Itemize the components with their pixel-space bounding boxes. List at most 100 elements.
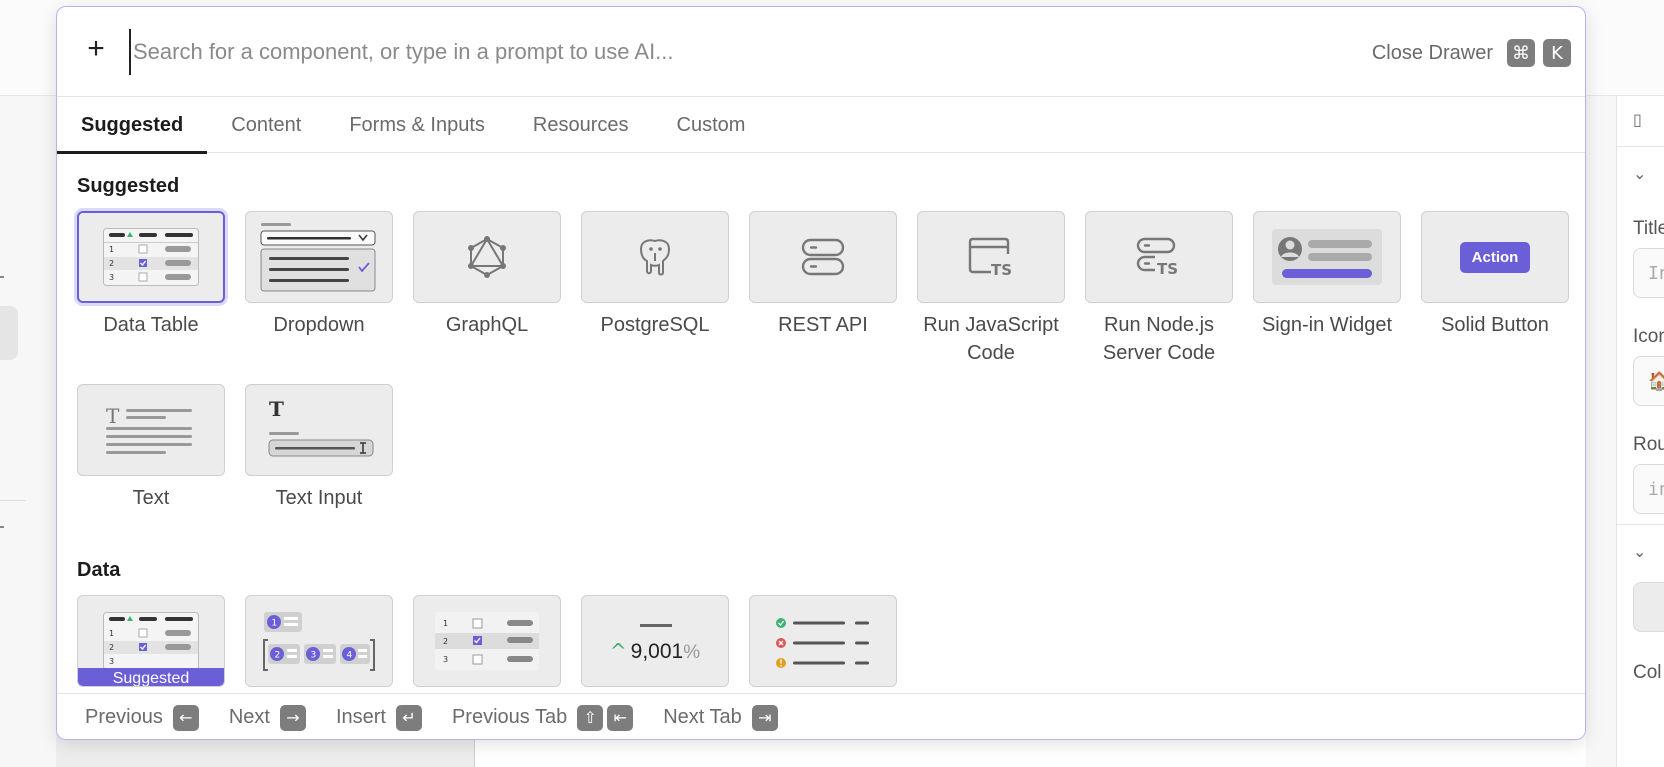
steps-icon: 1 2 3 4: [245, 595, 393, 687]
javascript-ts-icon: TS: [917, 211, 1065, 303]
route-label: Rou: [1633, 434, 1664, 455]
component-data-table[interactable]: 1 2 3 Data Table: [77, 211, 225, 339]
statistic-icon: ^ 9,001 %: [581, 595, 729, 687]
chevron-down-icon[interactable]: ⌄: [1633, 164, 1646, 184]
svg-text:1: 1: [443, 619, 448, 628]
search-bar: + Close Drawer ⌘ K: [57, 7, 1585, 97]
svg-text:TS: TS: [1157, 260, 1178, 278]
svg-text:2: 2: [109, 643, 114, 652]
data-component-checklist[interactable]: 1 2 3: [413, 595, 561, 687]
component-run-nodejs-server-code[interactable]: TS Run Node.js Server Code: [1085, 211, 1233, 367]
svg-text:T: T: [106, 405, 120, 428]
backtab-key-icon: ⇤: [607, 704, 634, 731]
statistic-unit: %: [683, 641, 701, 663]
component-label: Run Node.js Server Code: [1102, 314, 1216, 364]
component-search-input[interactable]: [129, 29, 1129, 75]
panel-divider: [1617, 524, 1664, 525]
svg-text:3: 3: [109, 273, 114, 282]
title-field[interactable]: In: [1633, 248, 1664, 298]
hint-next[interactable]: Next →: [229, 704, 310, 731]
panel-button[interactable]: [1633, 582, 1664, 632]
data-component-statistic[interactable]: ^ 9,001 %: [581, 595, 729, 687]
sidebar-divider: [0, 500, 26, 501]
hint-insert[interactable]: Insert ↵: [335, 704, 426, 731]
page-icon[interactable]: ▯: [1633, 110, 1642, 130]
rest-api-icon: [749, 211, 897, 303]
component-dropdown[interactable]: Dropdown: [245, 211, 393, 339]
checklist-table-icon: 1 2 3: [413, 595, 561, 687]
status-list-icon: [749, 595, 897, 687]
component-label: Data Table: [103, 314, 199, 336]
component-list: Suggested 1 2 3 Data Table Dropdown Grap…: [57, 153, 1585, 693]
hint-label: Previous: [85, 706, 163, 728]
svg-text:2: 2: [443, 637, 448, 646]
component-label: Solid Button: [1441, 314, 1549, 336]
enter-key-icon: ↵: [395, 704, 422, 731]
graphql-icon: [413, 211, 561, 303]
text-input-icon: T: [245, 384, 393, 476]
data-component-table[interactable]: 1 2 3 Suggested: [77, 595, 225, 687]
action-button-preview: Action: [1459, 241, 1531, 273]
plus-icon[interactable]: +: [81, 34, 111, 65]
icon-field[interactable]: 🏠: [1633, 356, 1664, 406]
svg-text:3: 3: [443, 655, 448, 664]
section-title-suggested: Suggested: [77, 175, 180, 197]
svg-text:T: T: [269, 397, 284, 421]
svg-text:2: 2: [109, 259, 114, 268]
component-label: Text Input: [275, 487, 363, 509]
component-label: Dropdown: [273, 314, 365, 336]
component-postgresql[interactable]: PostgreSQL: [581, 211, 729, 339]
component-label: Sign-in Widget: [1261, 314, 1393, 336]
tab-resources[interactable]: Resources: [509, 97, 653, 153]
hint-previous-tab[interactable]: Previous Tab ⇧ ⇤: [451, 704, 637, 731]
component-rest-api[interactable]: REST API: [749, 211, 897, 339]
component-graphql[interactable]: GraphQL: [413, 211, 561, 339]
close-drawer-button[interactable]: Close Drawer ⌘ K: [1372, 39, 1571, 67]
component-solid-button[interactable]: Action Solid Button: [1421, 211, 1569, 339]
svg-text:TS: TS: [991, 261, 1012, 278]
component-drawer: + Close Drawer ⌘ K Suggested Content For…: [56, 6, 1586, 740]
sidebar-selected-item[interactable]: [0, 306, 18, 360]
sidebar-marker: [0, 526, 4, 528]
arrow-right-key-icon: →: [279, 704, 306, 731]
data-table-icon: 1 2 3 Suggested: [77, 595, 225, 687]
component-label: Text: [132, 487, 170, 509]
trend-up-icon: ^: [609, 638, 627, 663]
nodejs-ts-icon: TS: [1085, 211, 1233, 303]
panel-divider: [1617, 146, 1664, 147]
statistic-label-line: [640, 624, 672, 627]
data-component-steps[interactable]: 1 2 3 4: [245, 595, 393, 687]
data-component-status-list[interactable]: [749, 595, 897, 687]
tab-forms-inputs[interactable]: Forms & Inputs: [325, 97, 509, 153]
hint-next-tab[interactable]: Next Tab ⇥: [663, 704, 782, 731]
dropdown-icon: [245, 211, 393, 303]
app-left-sidebar: [0, 96, 56, 767]
color-label: Col: [1633, 662, 1662, 683]
suggested-badge: Suggested: [78, 668, 224, 686]
category-tabs: Suggested Content Forms & Inputs Resourc…: [57, 97, 1585, 154]
hint-previous[interactable]: Previous ←: [85, 704, 203, 731]
tab-custom[interactable]: Custom: [653, 97, 770, 153]
svg-text:1: 1: [109, 629, 114, 638]
route-field[interactable]: in: [1633, 464, 1664, 514]
signin-widget-icon: [1253, 211, 1401, 303]
component-text-input[interactable]: T Text Input: [245, 384, 393, 512]
component-text[interactable]: T Text: [77, 384, 225, 512]
tab-content[interactable]: Content: [207, 97, 325, 153]
statistic-value: 9,001: [630, 639, 684, 663]
command-key-icon: ⌘: [1507, 39, 1535, 67]
svg-text:3: 3: [109, 657, 114, 666]
sidebar-marker: [0, 276, 4, 278]
hint-label: Insert: [335, 706, 386, 728]
shift-key-icon: ⇧: [577, 704, 604, 731]
tab-suggested[interactable]: Suggested: [57, 97, 208, 154]
hint-label: Previous Tab: [451, 706, 568, 728]
component-label: PostgreSQL: [600, 314, 710, 336]
solid-button-icon: Action: [1421, 211, 1569, 303]
data-table-icon: 1 2 3: [77, 211, 225, 303]
component-sign-in-widget[interactable]: Sign-in Widget: [1253, 211, 1401, 339]
component-run-javascript-code[interactable]: TS Run JavaScript Code: [917, 211, 1065, 367]
step-number: 4: [347, 651, 353, 661]
chevron-down-icon[interactable]: ⌄: [1633, 542, 1646, 562]
section-title-data: Data: [77, 559, 121, 581]
